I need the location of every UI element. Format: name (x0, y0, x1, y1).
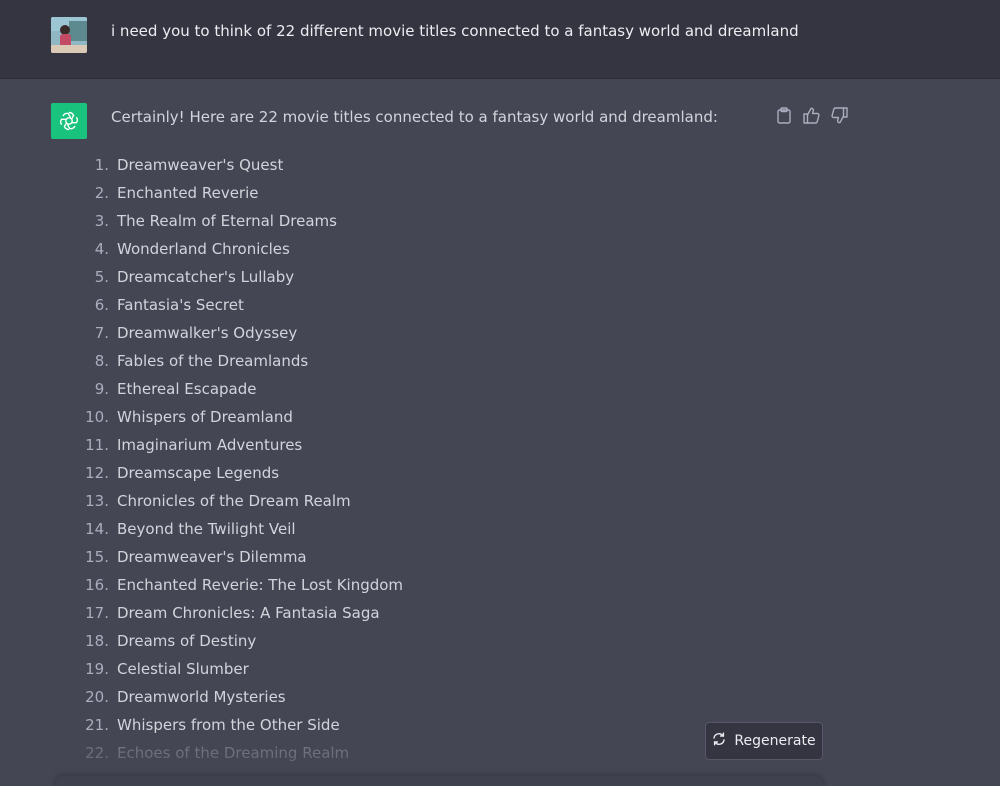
movie-title: Dreamworld Mysteries (117, 688, 286, 706)
list-item: 3. The Realm of Eternal Dreams (0, 207, 700, 235)
list-item: 17. Dream Chronicles: A Fantasia Saga (0, 599, 700, 627)
list-item: 13. Chronicles of the Dream Realm (0, 487, 700, 515)
list-item: 7. Dreamwalker's Odyssey (0, 319, 700, 347)
list-item: 11. Imaginarium Adventures (0, 431, 700, 459)
list-item-number: 20. (85, 688, 109, 706)
movie-title: Whispers from the Other Side (117, 716, 340, 734)
assistant-intro-text: Certainly! Here are 22 movie titles conn… (111, 108, 718, 126)
movie-title: The Realm of Eternal Dreams (117, 212, 337, 230)
chat-page: i need you to think of 22 different movi… (0, 0, 1000, 786)
movie-title: Fantasia's Secret (117, 296, 244, 314)
list-item: 8. Fables of the Dreamlands (0, 347, 700, 375)
regenerate-button[interactable]: Regenerate (705, 722, 823, 760)
movie-title: Wonderland Chronicles (117, 240, 290, 258)
movie-title: Enchanted Reverie: The Lost Kingdom (117, 576, 404, 594)
movie-title: Dreamcatcher's Lullaby (117, 268, 295, 286)
list-item: 5. Dreamcatcher's Lullaby (0, 263, 700, 291)
list-item: 18. Dreams of Destiny (0, 627, 700, 655)
list-item: 20. Dreamworld Mysteries (0, 683, 700, 711)
list-item: 1. Dreamweaver's Quest (0, 151, 700, 179)
list-item-number: 21. (85, 716, 109, 734)
list-item-number: 19. (85, 660, 109, 678)
movie-title: Dream Chronicles: A Fantasia Saga (117, 604, 380, 622)
list-item-number: 14. (85, 520, 109, 538)
movie-title: Fables of the Dreamlands (117, 352, 309, 370)
list-item-number: 13. (85, 492, 109, 510)
list-item-number: 4. (94, 240, 109, 258)
movie-title: Echoes of the Dreaming Realm (117, 744, 350, 762)
list-item-number: 12. (85, 464, 109, 482)
list-item: 21. Whispers from the Other Side (0, 711, 700, 739)
list-item-number: 7. (94, 324, 109, 342)
movie-title: Ethereal Escapade (117, 380, 257, 398)
list-item: 14. Beyond the Twilight Veil (0, 515, 700, 543)
movie-title: Dreams of Destiny (117, 632, 257, 650)
user-avatar (51, 17, 87, 53)
regenerate-label: Regenerate (734, 733, 816, 749)
list-item-number: 10. (85, 408, 109, 426)
list-item: 4. Wonderland Chronicles (0, 235, 700, 263)
list-item: 10. Whispers of Dreamland (0, 403, 700, 431)
movie-title: Beyond the Twilight Veil (117, 520, 296, 538)
list-item: 6. Fantasia's Secret (0, 291, 700, 319)
list-item: 19. Celestial Slumber (0, 655, 700, 683)
list-item-number: 6. (94, 296, 109, 314)
list-item: 12. Dreamscape Legends (0, 459, 700, 487)
movie-title: Whispers of Dreamland (117, 408, 293, 426)
list-item: 16. Enchanted Reverie: The Lost Kingdom (0, 571, 700, 599)
user-message-text: i need you to think of 22 different movi… (111, 22, 799, 40)
movie-title: Imaginarium Adventures (117, 436, 303, 454)
movie-title: Dreamweaver's Quest (117, 156, 284, 174)
movie-title: Chronicles of the Dream Realm (117, 492, 351, 510)
list-item-number: 15. (85, 548, 109, 566)
movie-title: Dreamscape Legends (117, 464, 280, 482)
list-item: 2. Enchanted Reverie (0, 179, 700, 207)
user-message-row: i need you to think of 22 different movi… (0, 0, 1000, 79)
list-item: 9. Ethereal Escapade (0, 375, 700, 403)
list-item: 22. Echoes of the Dreaming Realm (0, 739, 700, 767)
movie-title-list: 1. Dreamweaver's Quest 2. Enchanted Reverie… (0, 151, 700, 767)
refresh-icon (712, 732, 726, 750)
list-item-number: 9. (94, 380, 109, 398)
movie-title: Dreamweaver's Dilemma (117, 548, 307, 566)
list-item-number: 16. (85, 576, 109, 594)
clipboard-icon[interactable] (775, 105, 792, 125)
list-item-number: 22. (85, 744, 109, 762)
movie-title: Celestial Slumber (117, 660, 249, 678)
list-item-number: 5. (94, 268, 109, 286)
list-item: 15. Dreamweaver's Dilemma (0, 543, 700, 571)
message-actions (775, 105, 848, 125)
list-item-number: 18. (85, 632, 109, 650)
list-item-number: 2. (94, 184, 109, 202)
movie-title: Dreamwalker's Odyssey (117, 324, 298, 342)
movie-title: Enchanted Reverie (117, 184, 259, 202)
openai-logo-icon (51, 103, 87, 139)
thumbs-up-icon[interactable] (803, 105, 820, 125)
list-item-number: 8. (94, 352, 109, 370)
thumbs-down-icon[interactable] (831, 105, 848, 125)
list-item-number: 17. (85, 604, 109, 622)
list-item-number: 3. (94, 212, 109, 230)
list-item-number: 1. (94, 156, 109, 174)
list-item-number: 11. (85, 436, 109, 454)
chat-input-box[interactable] (55, 776, 823, 786)
